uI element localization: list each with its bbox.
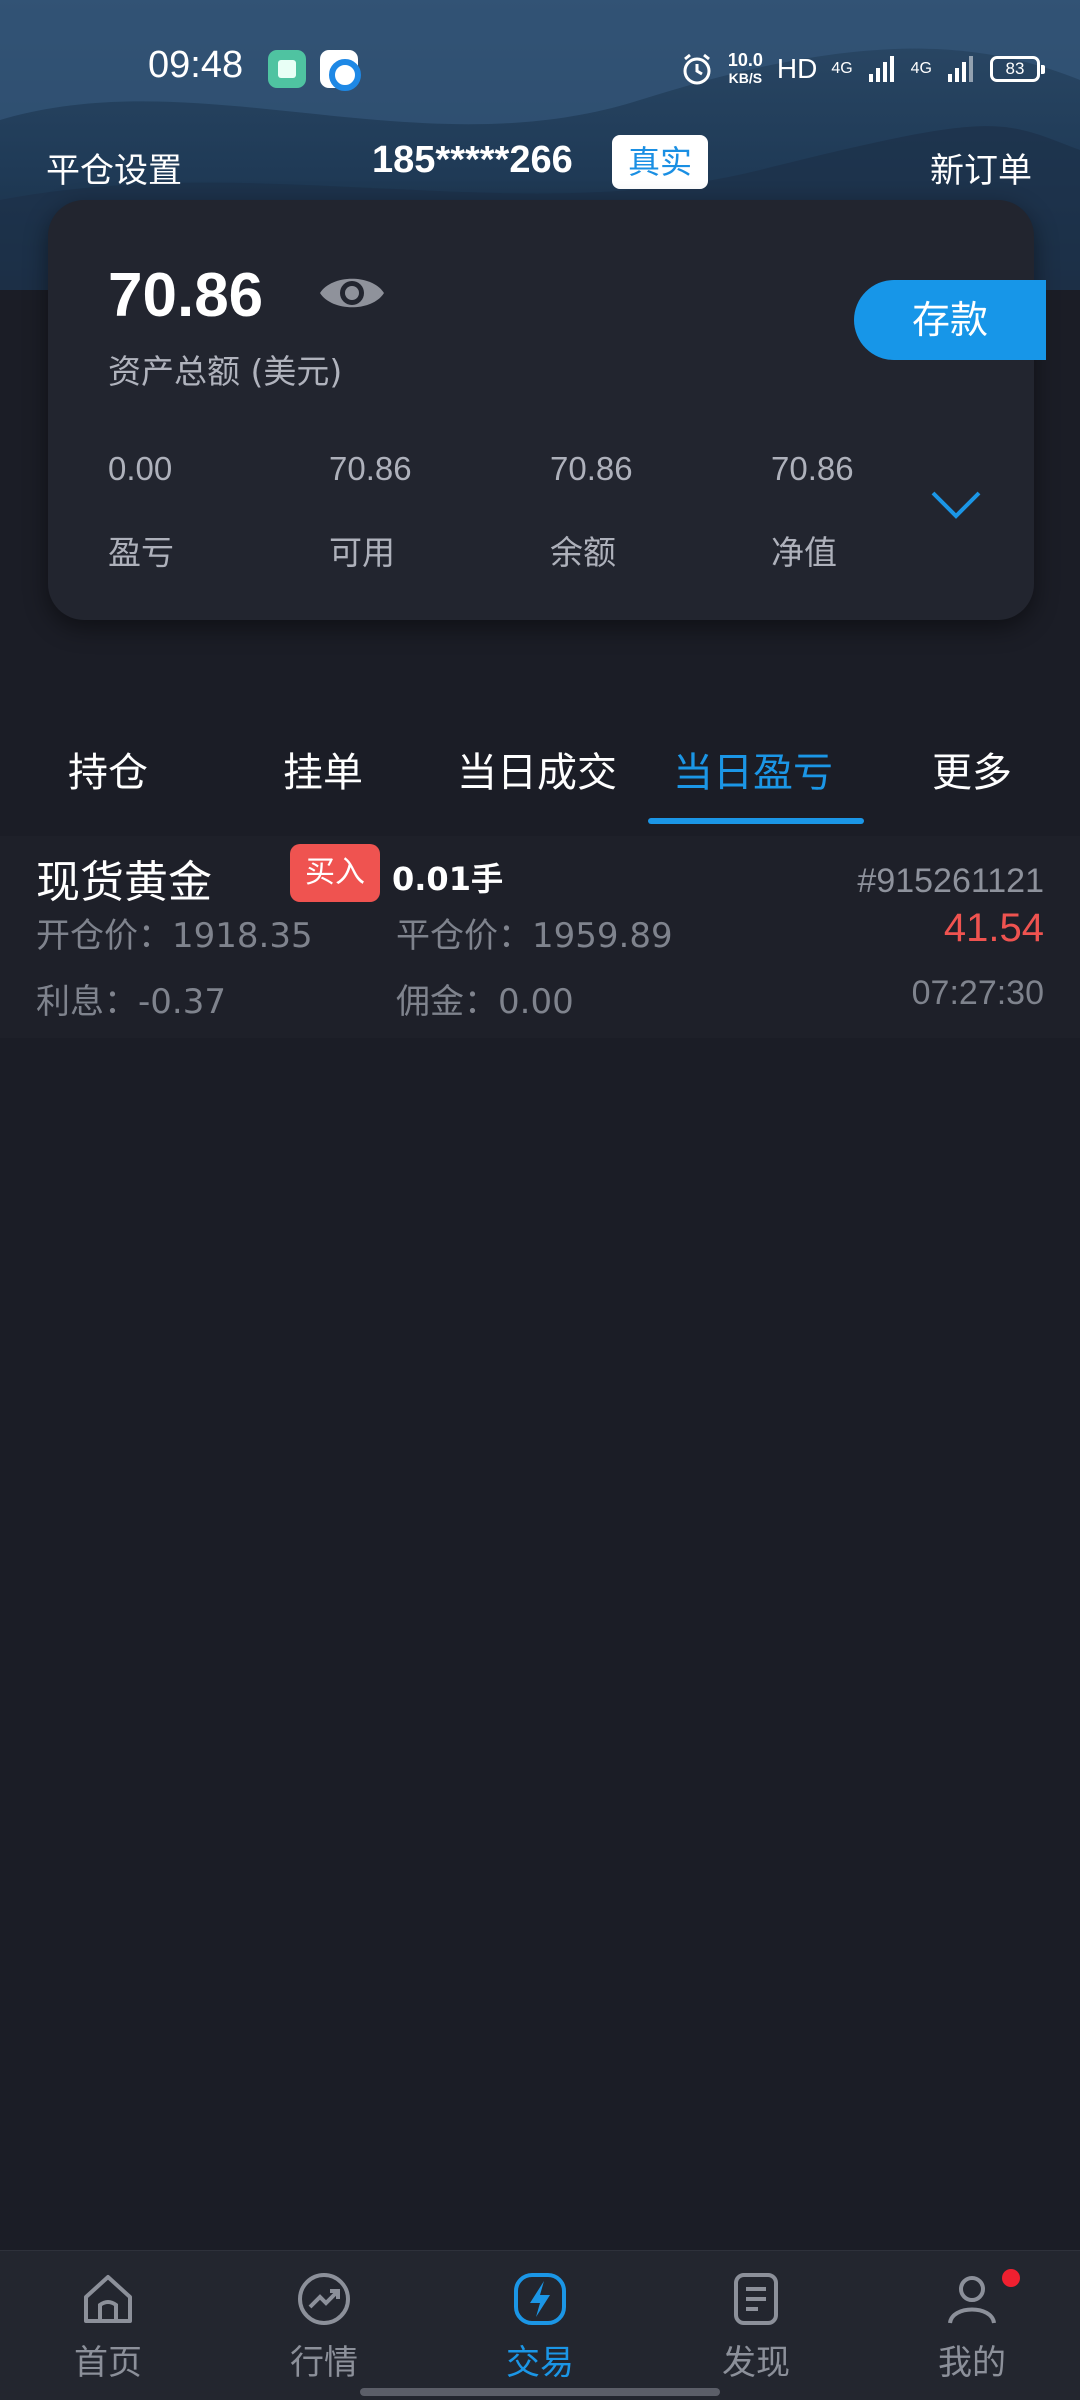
alarm-icon (683, 53, 711, 85)
nav-trade[interactable]: 交易 (432, 2269, 648, 2384)
gesture-bar[interactable] (360, 2388, 720, 2396)
status-bar: 09:48 10.0 KB/S HD 4G 4G 83 (0, 0, 1080, 135)
nav-label: 首页 (74, 2343, 142, 2383)
stat-value: 70.86 (771, 450, 854, 487)
net-speed-unit: KB/S (728, 70, 763, 86)
market-trend-icon (298, 2273, 350, 2325)
eye-icon[interactable] (318, 270, 386, 316)
document-icon (734, 2273, 778, 2325)
stat-label: 净值 (771, 533, 837, 572)
tab-more[interactable]: 更多 (932, 740, 1012, 798)
notification-app-icon (268, 50, 306, 88)
stat-profit-loss: 0.00 盈亏 (108, 450, 308, 574)
order-time: 07:27:30 (911, 974, 1044, 1012)
order-interest: 利息：-0.37 (36, 982, 226, 1022)
net-speed-value: 10.0 (727, 50, 763, 70)
tab-today-profit-loss[interactable]: 当日盈亏 (673, 740, 833, 798)
order-close-price: 平仓价：1959.89 (396, 916, 673, 956)
total-assets-label: 资产总额 (美元) (108, 352, 343, 391)
notification-app-icon-2 (320, 50, 361, 91)
asset-stats: 0.00 盈亏 70.86 可用 70.86 余额 70.86 净值 (108, 450, 988, 572)
order-ticket: #915261121 (857, 862, 1044, 900)
list-item[interactable]: 现货黄金 买入 0.01手 #915261121 开仓价：1918.35 平仓价… (0, 836, 1080, 1038)
stat-value: 70.86 (329, 450, 412, 487)
chevron-down-icon[interactable] (930, 490, 982, 520)
signal-icon-2 (948, 56, 973, 82)
deposit-button[interactable]: 存款 (854, 280, 1046, 360)
order-tabs: 持仓 挂单 当日成交 当日盈亏 更多 (0, 740, 1080, 824)
bottom-nav: 首页 行情 交易 发现 我的 (0, 2250, 1080, 2400)
nav-profile[interactable]: 我的 (864, 2269, 1080, 2384)
stat-value: 70.86 (550, 450, 633, 487)
tab-positions[interactable]: 持仓 (68, 740, 148, 798)
stat-value: 0.00 (108, 450, 173, 487)
top-nav: 平仓设置 185*****266 真实 新订单 (0, 135, 1080, 195)
signal-icon (868, 56, 894, 82)
nav-discover[interactable]: 发现 (648, 2269, 864, 2384)
home-icon (84, 2275, 132, 2323)
status-indicators: 10.0 KB/S HD 4G 4G 83 (680, 48, 1045, 90)
asset-card: 70.86 资产总额 (美元) 存款 0.00 盈亏 70.86 可用 70.8… (48, 200, 1046, 620)
nav-home[interactable]: 首页 (0, 2269, 216, 2384)
hd-indicator: HD (776, 53, 818, 84)
order-lots: 0.01手 (392, 860, 503, 898)
active-tab-indicator (648, 818, 864, 824)
nav-label: 发现 (722, 2343, 790, 2383)
account-type-badge: 真实 (612, 135, 708, 189)
order-commission: 佣金：0.00 (396, 982, 574, 1022)
nav-label: 行情 (290, 2343, 358, 2383)
nav-label: 我的 (938, 2343, 1006, 2383)
nav-market[interactable]: 行情 (216, 2269, 432, 2384)
user-icon (948, 2276, 996, 2324)
notification-dot (1002, 2269, 1020, 2287)
net-speed: 10.0 KB/S (728, 51, 763, 87)
stat-available: 70.86 可用 (329, 450, 529, 574)
order-open-price: 开仓价：1918.35 (36, 916, 313, 956)
network-type-1: 4G (831, 60, 853, 77)
order-symbol: 现货黄金 (36, 857, 212, 908)
status-time: 09:48 (148, 44, 244, 86)
stat-balance: 70.86 余额 (550, 450, 750, 574)
order-profit: 41.54 (943, 906, 1044, 950)
account-number[interactable]: 185*****266 (372, 139, 573, 182)
tab-pending-orders[interactable]: 挂单 (283, 740, 363, 798)
tab-today-deals[interactable]: 当日成交 (457, 740, 617, 798)
close-settings-link[interactable]: 平仓设置 (46, 143, 182, 192)
stat-label: 可用 (329, 533, 395, 572)
stat-label: 余额 (550, 533, 616, 572)
network-type-2: 4G (910, 60, 932, 77)
total-assets-value: 70.86 (108, 261, 264, 330)
new-order-link[interactable]: 新订单 (930, 143, 1032, 192)
nav-label: 交易 (506, 2343, 574, 2383)
lightning-icon (514, 2273, 566, 2325)
battery-icon: 83 (990, 56, 1045, 82)
stat-label: 盈亏 (108, 533, 174, 572)
order-side-badge: 买入 (290, 844, 380, 902)
